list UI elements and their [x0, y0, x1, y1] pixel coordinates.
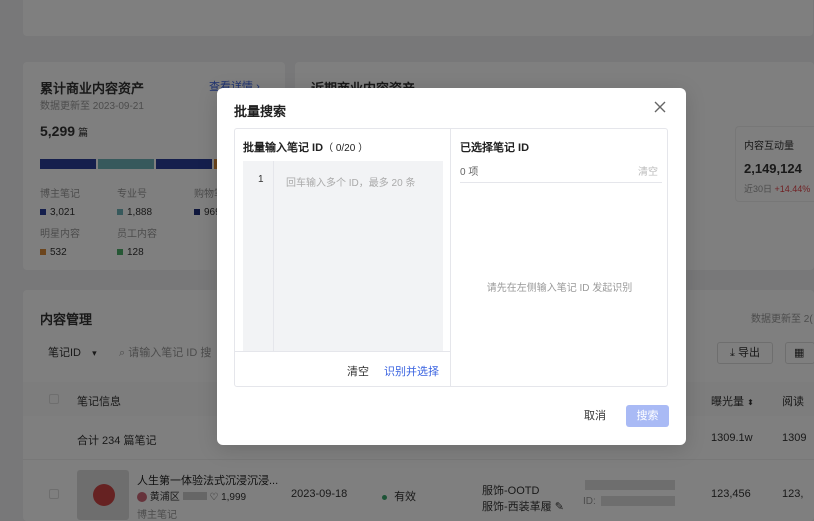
id-count: （ 0/20 ）	[323, 143, 369, 154]
identify-select-button[interactable]: 识别并选择	[384, 363, 439, 379]
batch-search-modal: 批量搜索 批量输入笔记 ID（ 0/20 ） 1 回车输入多个 ID，最多 20…	[217, 88, 686, 445]
left-panel: 批量输入笔记 ID（ 0/20 ） 1 回车输入多个 ID，最多 20 条 清空…	[235, 129, 451, 386]
textarea-placeholder: 回车输入多个 ID，最多 20 条	[286, 178, 416, 189]
clear-input-button[interactable]: 清空	[347, 363, 369, 379]
clear-selected-button[interactable]: 清空	[638, 163, 658, 178]
close-icon[interactable]	[654, 101, 666, 113]
id-textarea[interactable]: 1 回车输入多个 ID，最多 20 条	[243, 161, 443, 351]
right-panel: 已选择笔记 ID 0 项 清空 请先在左侧输入笔记 ID 发起识别	[452, 129, 667, 386]
right-panel-title: 已选择笔记 ID	[460, 142, 530, 154]
line-number: 1	[258, 174, 264, 185]
selected-count: 0 项	[460, 167, 479, 178]
line-number-gutter	[243, 161, 274, 351]
batch-panel: 批量输入笔记 ID（ 0/20 ） 1 回车输入多个 ID，最多 20 条 清空…	[234, 128, 668, 387]
search-button[interactable]: 搜索	[626, 405, 669, 427]
empty-hint: 请先在左侧输入笔记 ID 发起识别	[486, 283, 633, 294]
selected-divider	[460, 182, 662, 183]
cancel-button[interactable]: 取消	[575, 405, 615, 427]
modal-title: 批量搜索	[234, 104, 287, 119]
left-panel-title: 批量输入笔记 ID（ 0/20 ）	[243, 142, 369, 154]
